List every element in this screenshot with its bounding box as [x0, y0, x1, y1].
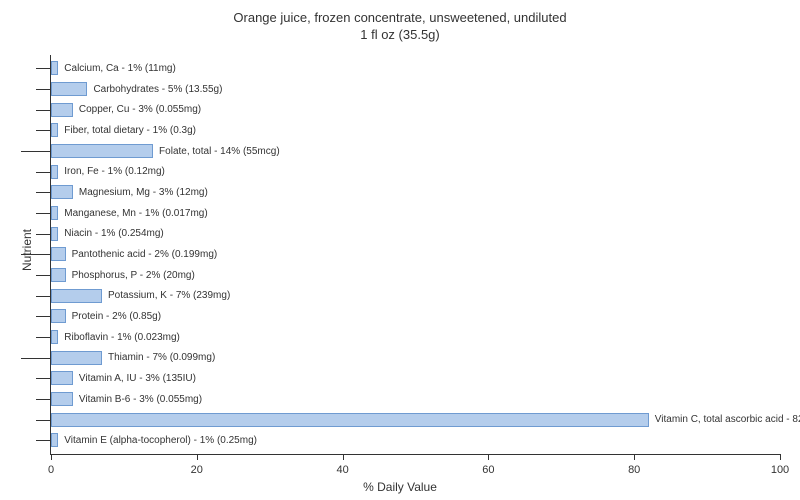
- x-tick-label: 0: [48, 464, 54, 476]
- bar-label: Pantothenic acid - 2% (0.199mg): [68, 245, 222, 263]
- bar-row: Protein - 2% (0.85g): [51, 307, 780, 325]
- bar-label: Niacin - 1% (0.254mg): [60, 225, 167, 243]
- bar-label: Carbohydrates - 5% (13.55g): [89, 80, 226, 98]
- bar-row: Pantothenic acid - 2% (0.199mg): [51, 245, 780, 263]
- bar-row: Vitamin C, total ascorbic acid - 82% (49…: [51, 411, 780, 429]
- y-tick-minor: [36, 192, 51, 193]
- x-tick: [51, 454, 52, 460]
- x-tick: [343, 454, 344, 460]
- y-tick-minor: [36, 130, 51, 131]
- bar-label: Magnesium, Mg - 3% (12mg): [75, 183, 212, 201]
- nutrient-chart: Orange juice, frozen concentrate, unswee…: [0, 0, 800, 500]
- bar-row: Magnesium, Mg - 3% (12mg): [51, 183, 780, 201]
- bar-label: Vitamin B-6 - 3% (0.055mg): [75, 390, 206, 408]
- bar-label: Manganese, Mn - 1% (0.017mg): [60, 204, 211, 222]
- x-tick: [634, 454, 635, 460]
- bar: [51, 351, 102, 365]
- bar: [51, 392, 73, 406]
- bar: [51, 123, 58, 137]
- chart-title: Orange juice, frozen concentrate, unswee…: [0, 0, 800, 44]
- bar-row: Carbohydrates - 5% (13.55g): [51, 80, 780, 98]
- bar: [51, 227, 58, 241]
- bar-row: Niacin - 1% (0.254mg): [51, 225, 780, 243]
- bar: [51, 289, 102, 303]
- y-tick-minor: [36, 296, 51, 297]
- y-tick-minor: [36, 89, 51, 90]
- bar-row: Folate, total - 14% (55mcg): [51, 142, 780, 160]
- y-tick-minor: [36, 378, 51, 379]
- bar: [51, 268, 66, 282]
- bar-row: Manganese, Mn - 1% (0.017mg): [51, 204, 780, 222]
- bar-row: Potassium, K - 7% (239mg): [51, 287, 780, 305]
- y-tick-major: [21, 358, 51, 359]
- bar: [51, 103, 73, 117]
- x-tick-label: 60: [482, 464, 494, 476]
- bar-row: Riboflavin - 1% (0.023mg): [51, 328, 780, 346]
- bar: [51, 330, 58, 344]
- y-axis-label: Nutrient: [20, 229, 34, 271]
- bar-label: Calcium, Ca - 1% (11mg): [60, 59, 180, 77]
- bar-row: Vitamin E (alpha-tocopherol) - 1% (0.25m…: [51, 431, 780, 449]
- bar-label: Iron, Fe - 1% (0.12mg): [60, 163, 169, 181]
- y-tick-major: [21, 254, 51, 255]
- x-tick-label: 80: [628, 464, 640, 476]
- bar: [51, 433, 58, 447]
- bar: [51, 371, 73, 385]
- bar: [51, 82, 87, 96]
- bar-label: Fiber, total dietary - 1% (0.3g): [60, 121, 200, 139]
- plot-area: Calcium, Ca - 1% (11mg) Carbohydrates - 5…: [50, 55, 780, 455]
- bar: [51, 61, 58, 75]
- x-tick: [197, 454, 198, 460]
- bar: [51, 309, 66, 323]
- bar-row: Copper, Cu - 3% (0.055mg): [51, 101, 780, 119]
- bars-container: Calcium, Ca - 1% (11mg) Carbohydrates - 5…: [51, 55, 780, 454]
- x-axis-label: % Daily Value: [0, 480, 800, 494]
- bar-row: Fiber, total dietary - 1% (0.3g): [51, 121, 780, 139]
- y-tick-major: [21, 151, 51, 152]
- y-tick-minor: [36, 275, 51, 276]
- x-ticks: 020406080100: [51, 454, 780, 474]
- x-tick: [780, 454, 781, 460]
- bar: [51, 247, 66, 261]
- bar: [51, 206, 58, 220]
- y-tick-minor: [36, 172, 51, 173]
- bar: [51, 144, 153, 158]
- x-tick-label: 100: [771, 464, 789, 476]
- bar-label: Potassium, K - 7% (239mg): [104, 287, 234, 305]
- bar-row: Calcium, Ca - 1% (11mg): [51, 59, 780, 77]
- bar-row: Vitamin A, IU - 3% (135IU): [51, 369, 780, 387]
- y-tick-minor: [36, 68, 51, 69]
- bar: [51, 185, 73, 199]
- bar-label: Folate, total - 14% (55mcg): [155, 142, 284, 160]
- title-line1: Orange juice, frozen concentrate, unswee…: [233, 10, 566, 25]
- bar-row: Iron, Fe - 1% (0.12mg): [51, 163, 780, 181]
- y-tick-minor: [36, 399, 51, 400]
- x-tick-label: 40: [336, 464, 348, 476]
- y-tick-minor: [36, 213, 51, 214]
- bar-row: Vitamin B-6 - 3% (0.055mg): [51, 390, 780, 408]
- bar-row: Thiamin - 7% (0.099mg): [51, 349, 780, 367]
- x-tick-label: 20: [191, 464, 203, 476]
- bar-label: Riboflavin - 1% (0.023mg): [60, 328, 184, 346]
- bar-row: Phosphorus, P - 2% (20mg): [51, 266, 780, 284]
- y-tick-minor: [36, 420, 51, 421]
- bar-label: Vitamin C, total ascorbic acid - 82% (49…: [651, 411, 800, 429]
- x-tick: [488, 454, 489, 460]
- y-tick-minor: [36, 316, 51, 317]
- bar: [51, 165, 58, 179]
- bar: [51, 413, 649, 427]
- bar-label: Phosphorus, P - 2% (20mg): [68, 266, 199, 284]
- bar-label: Protein - 2% (0.85g): [68, 307, 166, 325]
- y-tick-minor: [36, 234, 51, 235]
- y-tick-minor: [36, 110, 51, 111]
- title-line2: 1 fl oz (35.5g): [360, 27, 440, 42]
- bar-label: Thiamin - 7% (0.099mg): [104, 349, 219, 367]
- bar-label: Vitamin A, IU - 3% (135IU): [75, 369, 200, 387]
- y-tick-minor: [36, 440, 51, 441]
- y-tick-minor: [36, 337, 51, 338]
- bar-label: Vitamin E (alpha-tocopherol) - 1% (0.25m…: [60, 431, 261, 449]
- bar-label: Copper, Cu - 3% (0.055mg): [75, 101, 205, 119]
